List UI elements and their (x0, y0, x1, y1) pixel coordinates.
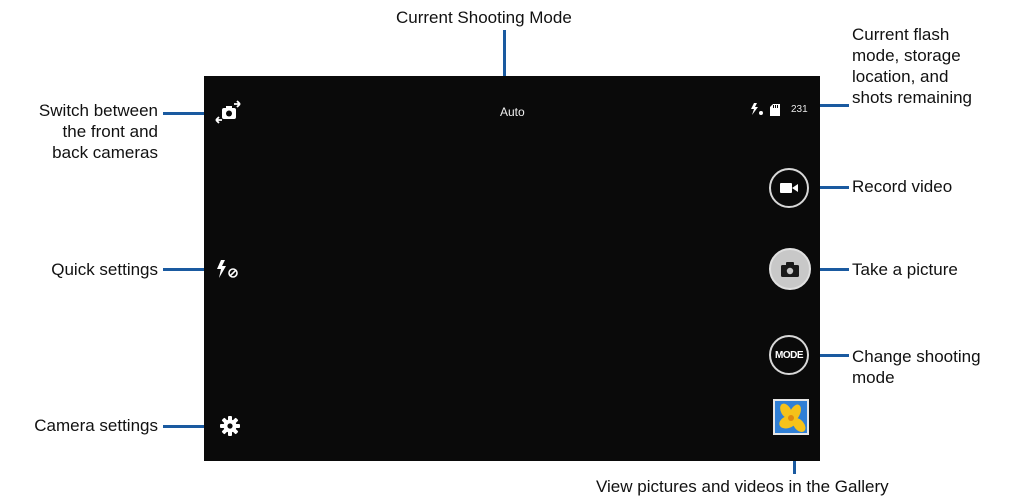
callout-change-mode: Change shooting mode (852, 347, 981, 387)
change-mode-button[interactable]: MODE (769, 335, 809, 375)
callout-gallery: View pictures and videos in the Gallery (596, 477, 889, 496)
callout-take-picture: Take a picture (852, 260, 958, 279)
callout-camera-settings: Camera settings (34, 416, 158, 435)
callout-quick-settings: Quick settings (51, 260, 158, 279)
camera-settings-button[interactable] (220, 416, 240, 436)
callout-record-video: Record video (852, 177, 953, 196)
gear-icon (220, 416, 240, 436)
quick-settings-button[interactable] (214, 258, 242, 280)
gallery-thumbnail-button[interactable] (773, 399, 809, 435)
mode-button-label: MODE (775, 349, 804, 361)
leader-shooting-mode (503, 30, 506, 76)
switch-camera-button[interactable] (214, 100, 242, 124)
sd-card-icon (770, 104, 780, 116)
shots-remaining: 231 (791, 104, 808, 115)
callout-switch-cameras: Switch between the front and back camera… (38, 101, 158, 162)
gallery-thumbnail-icon (775, 401, 807, 433)
callout-current-shooting-mode: Current Shooting Mode (396, 8, 572, 27)
video-camera-icon (780, 183, 798, 193)
callout-flash-storage: Current flash mode, storage location, an… (852, 25, 973, 107)
current-mode-label: Auto (500, 105, 525, 119)
camera-viewfinder[interactable]: Auto 231 MODE (204, 76, 820, 461)
flash-mode-indicator (750, 102, 764, 116)
take-picture-button[interactable] (769, 248, 811, 290)
flash-auto-icon (751, 103, 763, 115)
camera-icon (781, 261, 799, 277)
switch-camera-icon (215, 100, 241, 124)
storage-indicator (770, 103, 780, 116)
flash-off-icon (217, 260, 238, 278)
record-video-button[interactable] (769, 168, 809, 208)
